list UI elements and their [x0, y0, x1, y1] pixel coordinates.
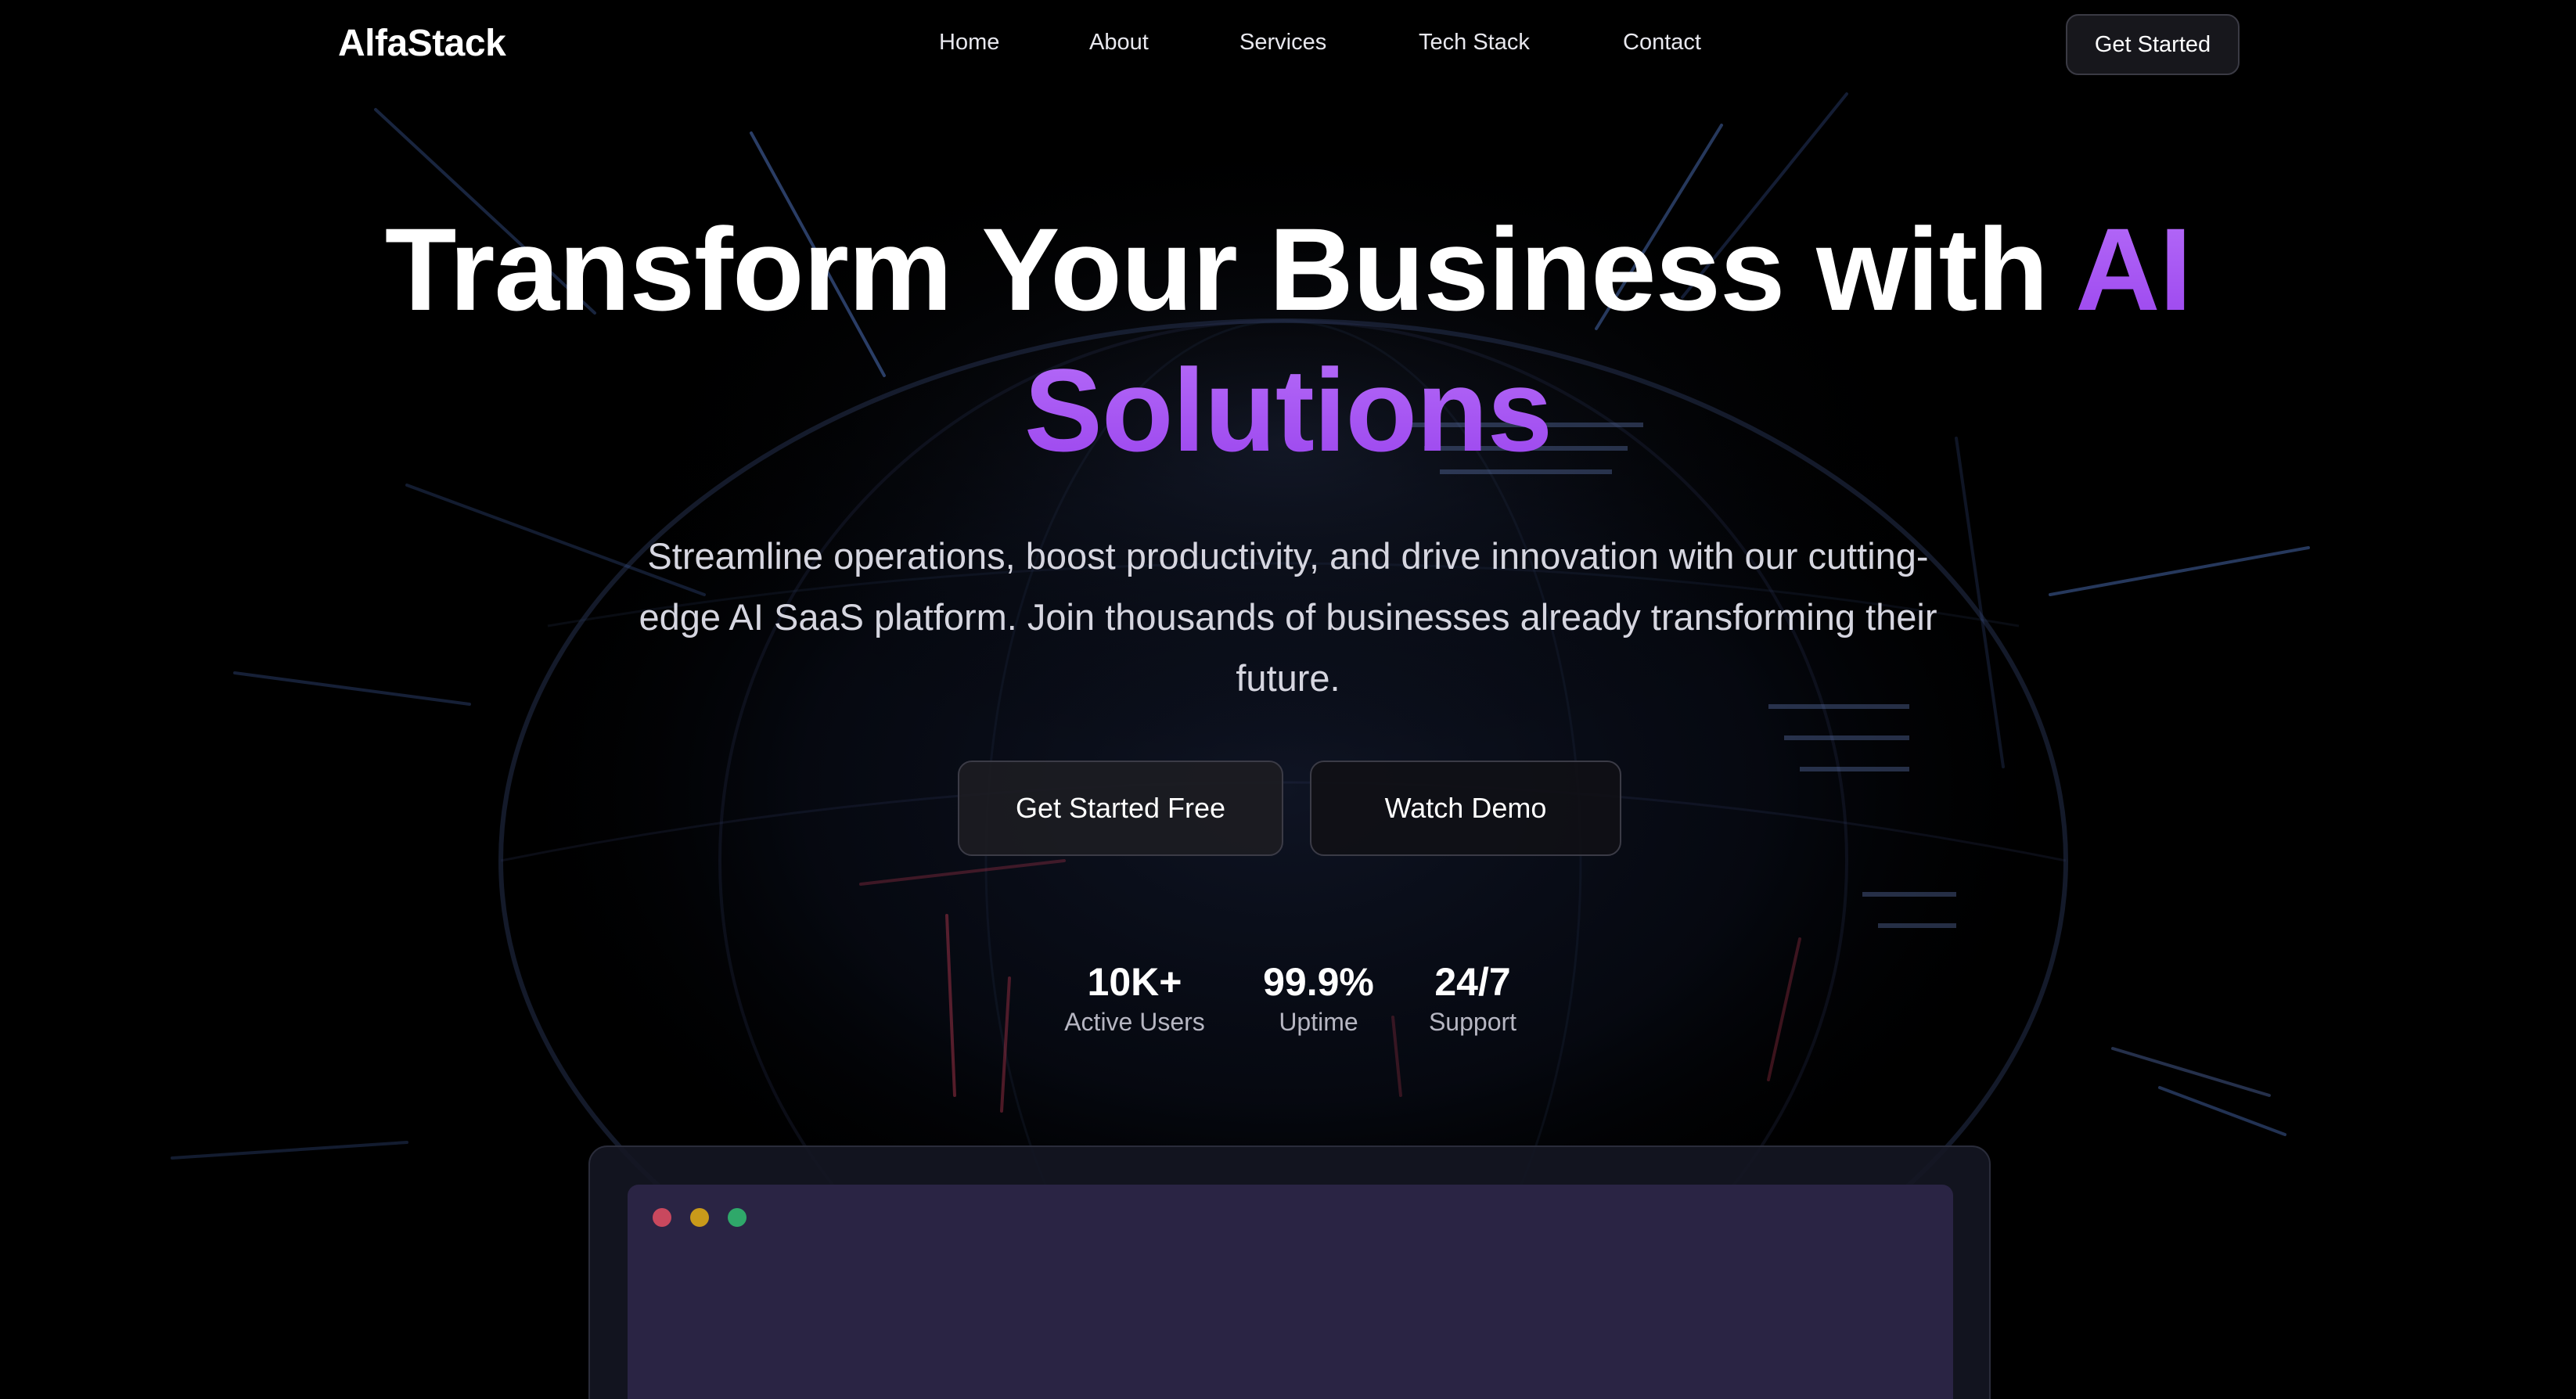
watch-demo-button[interactable]: Watch Demo: [1310, 761, 1621, 856]
hero-title-main: Transform Your Business with: [384, 203, 2076, 335]
nav-link-tech-stack[interactable]: Tech Stack: [1419, 30, 1530, 56]
stat-label: Uptime: [1279, 1008, 1358, 1036]
get-started-button[interactable]: Get Started: [2066, 14, 2240, 75]
stat-value: 99.9%: [1263, 960, 1374, 1004]
nav-link-about[interactable]: About: [1089, 30, 1149, 56]
nav-link-services[interactable]: Services: [1239, 30, 1326, 56]
window-minimize-dot: [690, 1208, 709, 1227]
nav-link-contact[interactable]: Contact: [1623, 30, 1701, 56]
app-preview-window: [628, 1185, 1953, 1399]
window-close-dot: [653, 1208, 671, 1227]
hero-subtitle: Streamline operations, boost productivit…: [639, 535, 1937, 699]
stat-value: 24/7: [1434, 960, 1511, 1004]
nav-link-home[interactable]: Home: [939, 30, 999, 56]
top-navbar: AlfaStack Home About Services Tech Stack…: [0, 0, 2576, 91]
stat-active-users: 10K+ Active Users: [1049, 959, 1221, 1039]
stat-value: 10K+: [1087, 960, 1182, 1004]
stat-support: 24/7 Support: [1409, 959, 1537, 1039]
landing-page: AlfaStack Home About Services Tech Stack…: [0, 0, 2576, 1399]
hero-title: Transform Your Business with AI Solution…: [271, 199, 2305, 480]
stat-label: Support: [1428, 1008, 1517, 1036]
app-preview-frame: [588, 1145, 1991, 1399]
stat-uptime: 99.9% Uptime: [1236, 959, 1401, 1039]
window-maximize-dot: [728, 1208, 747, 1227]
brand-logo[interactable]: AlfaStack: [338, 22, 506, 65]
stat-label: Active Users: [1064, 1008, 1205, 1036]
get-started-free-button[interactable]: Get Started Free: [958, 761, 1283, 856]
